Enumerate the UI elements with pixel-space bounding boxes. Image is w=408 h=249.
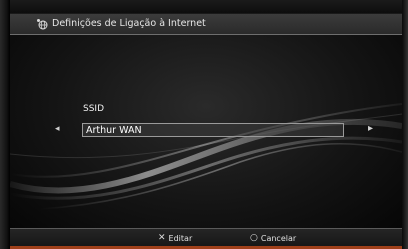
circle-button-icon: ○ <box>250 233 258 243</box>
next-arrow-icon[interactable]: ▸ <box>368 123 373 134</box>
title-bar: Definições de Ligação à Internet <box>10 13 402 35</box>
previous-arrow-icon[interactable]: ◂ <box>55 124 60 134</box>
cross-button-icon: ✕ <box>158 233 166 243</box>
top-strip <box>10 0 402 13</box>
cancel-label: Cancelar <box>260 234 297 243</box>
left-bezel <box>0 0 10 249</box>
edit-label: Editar <box>168 234 193 243</box>
ssid-value: Arthur WAN <box>86 125 142 136</box>
edit-hint[interactable]: ✕ Editar <box>158 233 193 244</box>
ssid-field[interactable]: Arthur WAN <box>82 123 344 137</box>
window-title: Definições de Ligação à Internet <box>52 18 206 29</box>
ps3-screen: Definições de Ligação à Internet SSID ◂ … <box>0 0 408 249</box>
cancel-hint[interactable]: ○ Cancelar <box>250 233 297 244</box>
right-bezel <box>402 0 408 249</box>
network-globe-icon <box>37 19 48 30</box>
ssid-label: SSID <box>83 104 105 114</box>
